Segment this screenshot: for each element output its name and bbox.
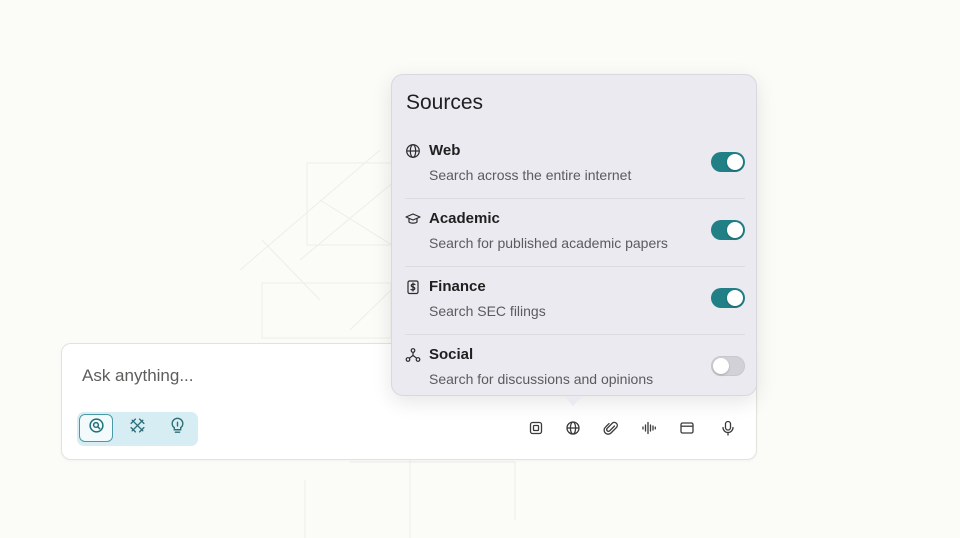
toggle-knob (727, 222, 743, 238)
research-mode-icon (129, 417, 146, 439)
source-item-finance[interactable]: Finance Search SEC filings (405, 275, 745, 335)
finance-toggle[interactable] (711, 288, 745, 308)
source-item-web[interactable]: Web Search across the entire internet (405, 139, 745, 199)
popover-title: Sources (406, 91, 484, 114)
sources-button[interactable] (561, 418, 585, 442)
divider (405, 198, 745, 199)
source-description: Search for discussions and opinions (429, 371, 654, 387)
source-name: Web (429, 142, 461, 159)
source-item-social[interactable]: Social Search for discussions and opinio… (405, 343, 745, 403)
source-item-academic[interactable]: Academic Search for published academic p… (405, 207, 745, 267)
lightbulb-icon (169, 417, 186, 439)
toggle-knob (713, 358, 729, 374)
voice-mode-button[interactable] (637, 418, 661, 442)
app-stage: Sources Web Search across the entire int… (0, 0, 960, 538)
search-mode-icon (88, 417, 105, 439)
browser-button[interactable] (675, 418, 699, 442)
source-description: Search for published academic papers (429, 235, 668, 251)
divider (405, 334, 745, 335)
popover-arrow (564, 396, 582, 406)
source-description: Search across the entire internet (429, 167, 632, 183)
source-name: Social (429, 346, 474, 363)
source-name: Academic (429, 210, 500, 227)
labs-mode-button[interactable] (160, 414, 194, 442)
social-toggle[interactable] (711, 356, 745, 376)
audio-wave-icon (641, 420, 657, 441)
attach-button[interactable] (599, 418, 623, 442)
toggle-knob (727, 154, 743, 170)
paperclip-icon (603, 420, 619, 441)
toggle-knob (727, 290, 743, 306)
search-mode-button[interactable] (79, 414, 113, 442)
ask-input[interactable] (82, 364, 382, 388)
source-name: Finance (429, 278, 486, 295)
mode-selector (77, 412, 198, 446)
microphone-icon (720, 420, 736, 441)
dollar-document-icon (405, 279, 422, 296)
sources-popover: Sources Web Search across the entire int… (391, 74, 757, 396)
browser-window-icon (679, 420, 695, 441)
academic-toggle[interactable] (711, 220, 745, 240)
dictation-button[interactable] (716, 418, 740, 442)
source-description: Search SEC filings (429, 303, 546, 319)
divider (405, 266, 745, 267)
model-chip-icon (528, 420, 544, 441)
graduation-cap-icon (405, 211, 422, 228)
network-icon (405, 347, 422, 364)
globe-icon (405, 143, 422, 160)
research-mode-button[interactable] (120, 414, 154, 442)
globe-icon (565, 420, 581, 441)
model-select-button[interactable] (524, 418, 548, 442)
web-toggle[interactable] (711, 152, 745, 172)
